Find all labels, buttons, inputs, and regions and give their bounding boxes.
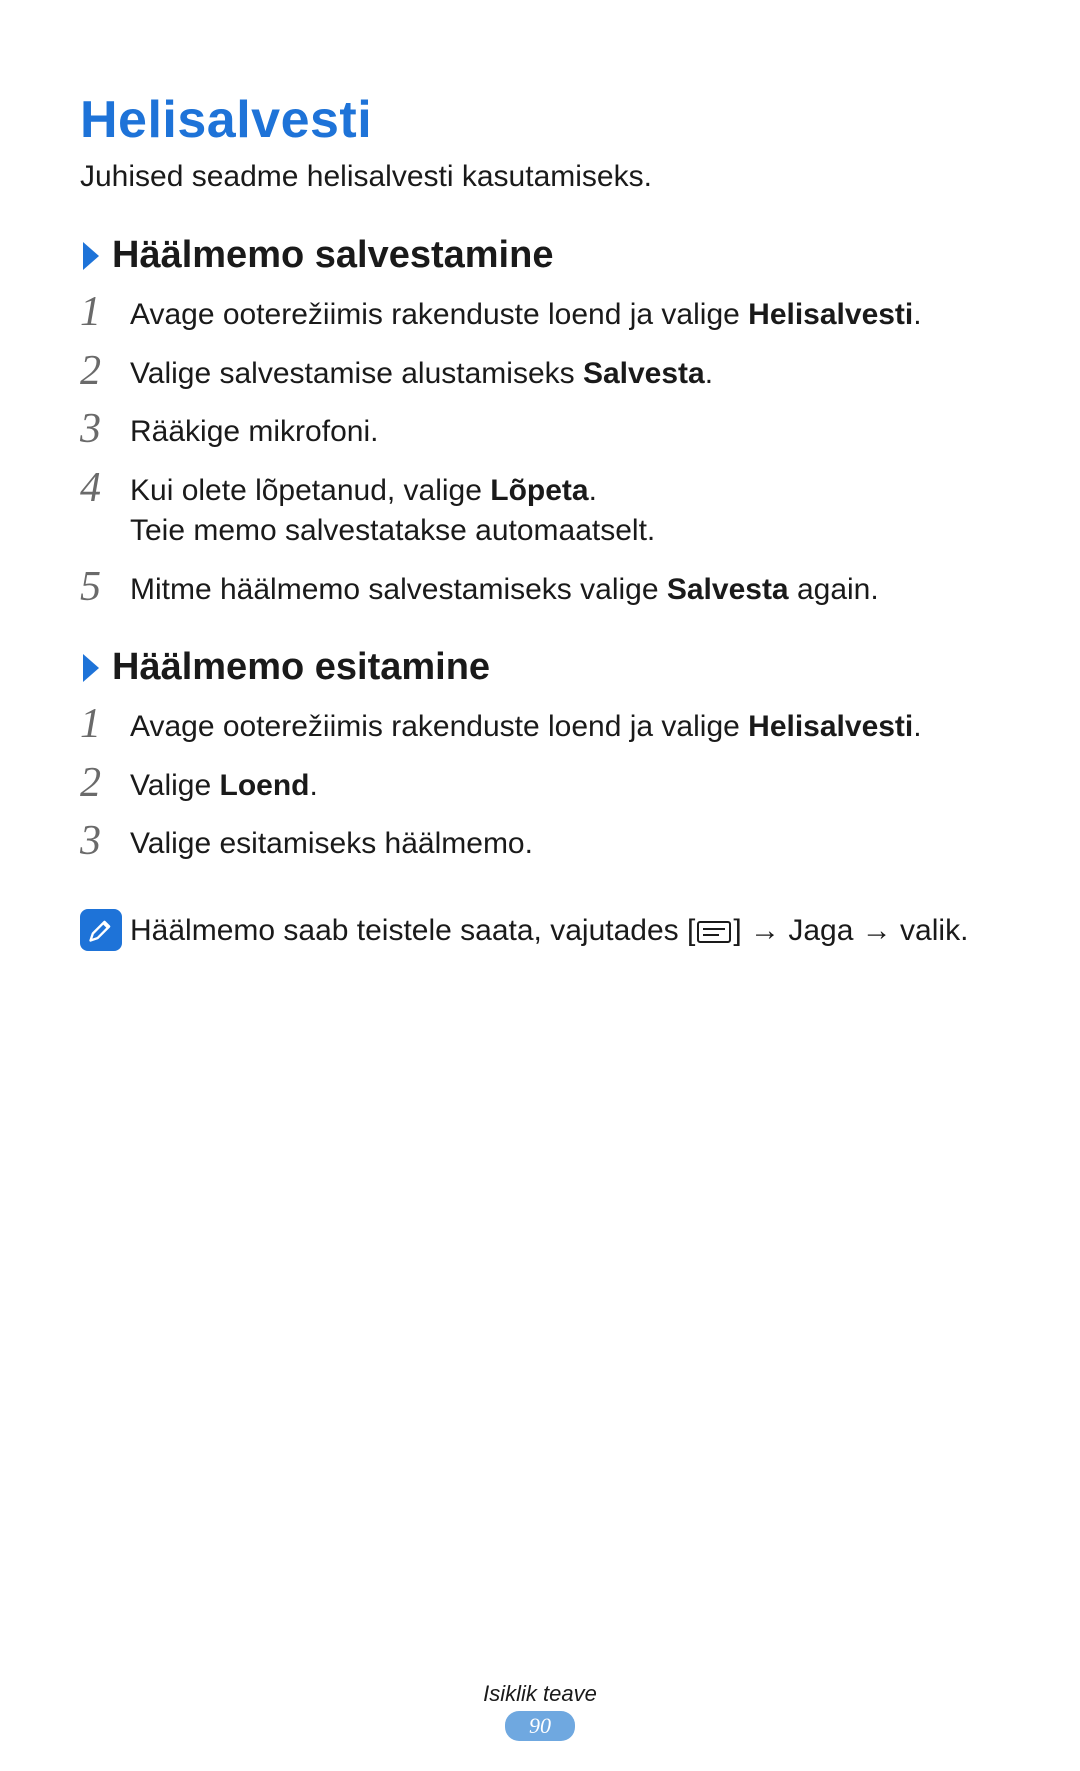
step-number: 1 — [80, 289, 130, 333]
note-text: Häälmemo saab teistele saata, vajutades … — [130, 905, 1000, 952]
step-text: Mitme häälmemo salvestamiseks valige Sal… — [130, 564, 1000, 611]
step-number: 1 — [80, 701, 130, 745]
menu-icon — [697, 921, 731, 943]
page-title: Helisalvesti — [80, 90, 1000, 150]
step-number: 4 — [80, 465, 130, 509]
intro-text: Juhised seadme helisalvesti kasutamiseks… — [80, 160, 1000, 194]
document-page: Helisalvesti Juhised seadme helisalvesti… — [0, 0, 1080, 1771]
note-icon — [80, 905, 130, 951]
steps-list-recording: 1 Avage ooterežiimis rakenduste loend ja… — [80, 283, 1000, 616]
list-item: 4 Kui olete lõpetanud, valige Lõpeta. Te… — [80, 459, 1000, 558]
list-item: 2 Valige salvestamise alustamiseks Salve… — [80, 342, 1000, 401]
list-item: 3 Rääkige mikrofoni. — [80, 400, 1000, 459]
step-number: 2 — [80, 760, 130, 804]
list-item: 3 Valige esitamiseks häälmemo. — [80, 812, 1000, 871]
note-row: Häälmemo saab teistele saata, vajutades … — [80, 899, 1000, 958]
chevron-right-icon — [80, 240, 102, 272]
footer-section-label: Isiklik teave — [0, 1681, 1080, 1707]
step-number: 3 — [80, 406, 130, 450]
step-text: Avage ooterežiimis rakenduste loend ja v… — [130, 289, 1000, 336]
section-heading-playback: Häälmemo esitamine — [80, 646, 1000, 689]
step-text: Valige Loend. — [130, 760, 1000, 807]
step-number: 3 — [80, 818, 130, 862]
step-text: Valige salvestamise alustamiseks Salvest… — [130, 348, 1000, 395]
step-text: Kui olete lõpetanud, valige Lõpeta. Teie… — [130, 465, 1000, 552]
step-number: 2 — [80, 348, 130, 392]
step-text: Valige esitamiseks häälmemo. — [130, 818, 1000, 865]
step-number: 5 — [80, 564, 130, 608]
list-item: 1 Avage ooterežiimis rakenduste loend ja… — [80, 283, 1000, 342]
section-heading-text: Häälmemo salvestamine — [112, 234, 553, 277]
list-item: 2 Valige Loend. — [80, 754, 1000, 813]
section-heading-text: Häälmemo esitamine — [112, 646, 490, 689]
step-text: Avage ooterežiimis rakenduste loend ja v… — [130, 701, 1000, 748]
list-item: 5 Mitme häälmemo salvestamiseks valige S… — [80, 558, 1000, 617]
list-item: 1 Avage ooterežiimis rakenduste loend ja… — [80, 695, 1000, 754]
section-heading-recording: Häälmemo salvestamine — [80, 234, 1000, 277]
page-footer: Isiklik teave 90 — [0, 1681, 1080, 1741]
chevron-right-icon — [80, 652, 102, 684]
step-text: Rääkige mikrofoni. — [130, 406, 1000, 453]
page-number-badge: 90 — [505, 1711, 575, 1741]
steps-list-playback: 1 Avage ooterežiimis rakenduste loend ja… — [80, 695, 1000, 871]
